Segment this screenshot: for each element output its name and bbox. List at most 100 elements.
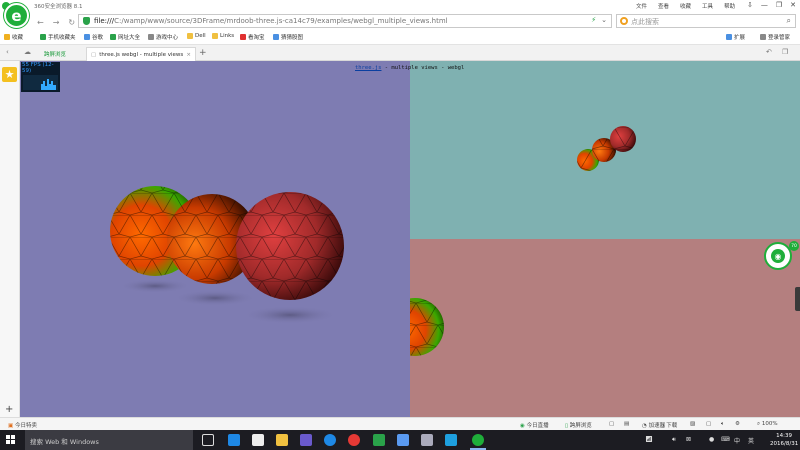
tray-ime[interactable]: 英 [748,436,754,445]
page-info: three.js - multiple views - webgl [355,65,465,71]
tab-multiple-views[interactable]: ▢ three.js webgl - multiple views × [86,47,196,61]
tab-close-icon[interactable]: × [186,52,191,58]
taskbar-clock[interactable]: 14:39 2016/8/31 [770,432,798,448]
status-sound[interactable]: 🔈︎ [721,421,724,428]
bookmark-games[interactable]: 游戏中心 [148,33,178,41]
cloud-icon[interactable]: ☁ [24,48,31,56]
clock-date: 2016/8/31 [770,441,799,447]
bookmark-mobile[interactable]: 手机收藏夹 [40,33,76,41]
bookmark-links[interactable]: Links [212,33,234,39]
threejs-link[interactable]: three.js [355,65,382,71]
menu-help[interactable]: 帮助 [724,2,735,10]
status-deals[interactable]: ▣ 今日特卖 [8,421,37,429]
ie-icon[interactable] [324,434,336,446]
folder-icon [187,33,193,39]
taskbar-search-input[interactable]: 搜索 Web 和 Windows [30,436,99,446]
menu-tools[interactable]: 工具 [702,2,713,10]
search-box[interactable]: 点此搜索 ⌕ [616,14,796,28]
minimize-button[interactable]: — [761,1,768,9]
app-title: 360安全浏览器 8.1 [34,4,83,10]
bookmark-google[interactable]: 谷歌 [84,33,103,41]
chevron-left-icon[interactable]: ‹ [6,48,9,56]
undo-icon[interactable]: ↶ [766,48,772,56]
star-icon[interactable]: ★ [2,67,17,82]
status-download[interactable]: ⤓ 下载 [662,421,677,430]
forward-arrow-icon[interactable]: → [53,18,60,27]
edge-icon[interactable] [228,434,240,446]
windows-start-icon[interactable] [6,435,16,445]
wifi-assistant-widget[interactable]: ◉ 70 [764,241,799,270]
explorer-icon[interactable] [276,434,288,446]
url-text[interactable]: file:///C:/wamp/www/source/3DFrame/mrdoo… [94,17,448,25]
menu-file[interactable]: 文件 [636,2,647,10]
url-bar[interactable]: file:///C:/wamp/www/source/3DFrame/mrdoo… [78,14,612,28]
security-shield-icon [83,17,90,25]
search-input[interactable]: 点此搜索 [631,17,659,27]
bookmark-taobao[interactable]: 看淘宝 [240,33,265,41]
tray-volume-icon[interactable]: 🔊︎ [672,436,676,444]
browser-home-logo-icon[interactable]: e [4,3,29,28]
window-icon[interactable]: ❐ [782,48,788,56]
wifi-badge: 70 [789,241,799,251]
tray-network-icon[interactable]: ⊠ [686,436,691,443]
app-icon-1[interactable] [300,434,312,446]
close-button[interactable]: ✕ [790,1,796,9]
gamepad-icon [148,34,154,40]
webgl-viewport[interactable]: 55 FPS (12-59) three.js - multiple views… [20,61,800,417]
sphere-red [236,192,344,300]
task-view-icon[interactable] [202,434,214,446]
fps-stats-panel[interactable]: 55 FPS (12-59) [21,62,60,92]
bookmark-stocks[interactable]: 猜猜股图 [273,33,303,41]
app-icon-4[interactable] [421,434,433,446]
speed-icon: ▤ [624,421,630,427]
new-tab-button[interactable]: + [199,48,207,58]
tray-lang[interactable]: 中 [734,436,740,445]
bookmark-dell[interactable]: Dell [187,33,206,39]
status-live[interactable]: ◉ 今日直播 [520,421,549,429]
zoom-level[interactable]: ⌕ 100% [757,421,778,428]
status-window[interactable]: ▢ [706,421,711,427]
status-settings[interactable]: ⚙ [735,421,740,427]
menu-view[interactable]: 查看 [658,2,669,10]
store-icon[interactable] [252,434,264,446]
page-icon [84,34,90,40]
app-icon-2[interactable] [373,434,385,446]
live-icon: ◉ [520,423,525,429]
chevron-down-icon[interactable]: ⌄ [601,16,607,24]
chrome-icon[interactable] [348,434,360,446]
tray-app-icon[interactable]: ● [709,436,714,443]
bookmark-hao[interactable]: 网址大全 [110,33,140,41]
status-cross-screen[interactable]: ▯ 跨屏浏览 [565,421,592,429]
search-engine-icon[interactable] [620,17,628,25]
bookmark-favorites[interactable]: 收藏 [4,33,23,41]
gauge-icon: ◔ [642,423,647,429]
app-icon-5[interactable] [445,434,457,446]
tray-signal-icon[interactable]: 📶︎ [645,436,653,443]
taobao-icon [240,34,246,40]
status-screenshot[interactable]: ▢ [609,421,614,427]
pin-button[interactable]: ⇩ [747,1,753,9]
login-button[interactable]: 登录管家 [760,33,790,41]
refresh-icon[interactable]: ↻ [68,18,75,27]
app-icon-3[interactable] [397,434,409,446]
window-icon: ▢ [706,421,712,427]
taskbar-search[interactable]: 搜索 Web 和 Windows [25,430,193,450]
star-icon [4,34,10,40]
phone-icon: ▯ [565,423,569,429]
status-bar: ▣ 今日特卖 ◉ 今日直播 ▯ 跨屏浏览 ▢ ▤ ◔ 加速器 ⤓ 下载 ▨ ▢ … [0,417,800,430]
tab-cross-screen[interactable]: 跨屏浏览 [40,47,84,61]
side-drawer-handle[interactable] [795,287,800,311]
grid-icon [726,34,732,40]
status-speedup[interactable]: ▤ [624,421,629,427]
extensions-button[interactable]: 扩展 [726,33,745,41]
lightning-icon[interactable]: ⚡ [591,16,596,24]
browser-360-icon[interactable] [472,434,484,446]
status-clean[interactable]: ▨ [690,421,695,427]
restore-button[interactable]: ❐ [776,1,782,9]
search-icon[interactable]: ⌕ [787,16,791,26]
menu-favorites[interactable]: 收藏 [680,2,691,10]
back-arrow-icon[interactable]: ← [37,18,44,27]
tray-keyboard-icon[interactable]: ⌨ [721,436,730,443]
sidebar-add-icon[interactable]: + [5,404,13,415]
menu-bar: 文件 查看 收藏 工具 帮助 [636,2,735,10]
